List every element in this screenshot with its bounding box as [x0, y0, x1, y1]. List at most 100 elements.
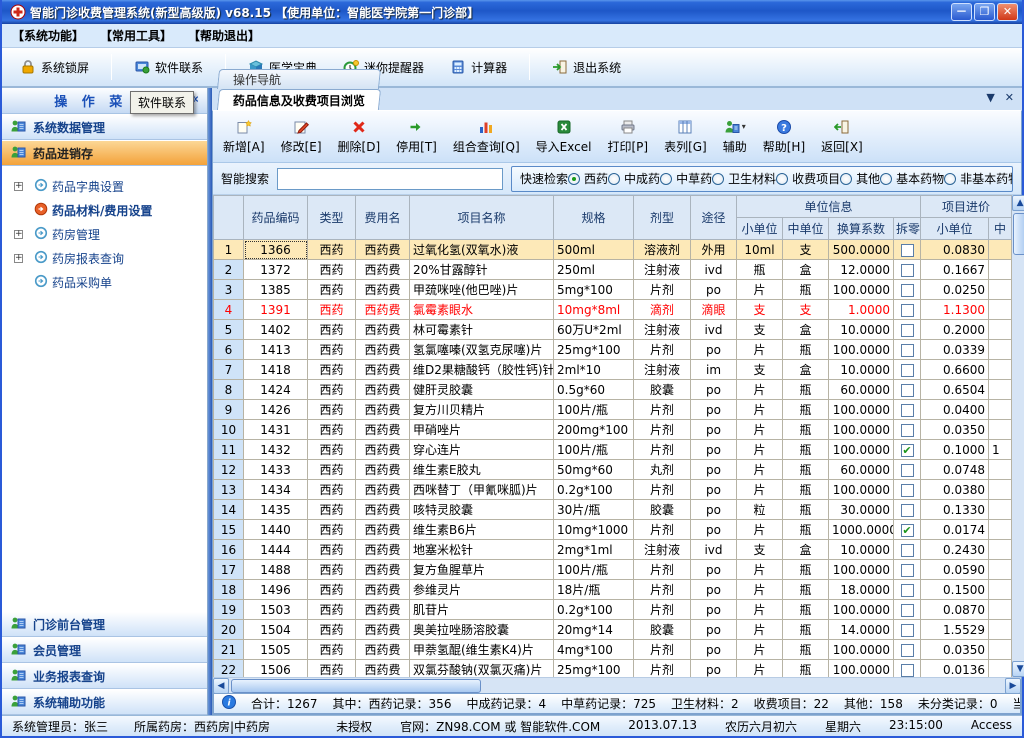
- radio-option-7[interactable]: 非基本药物: [944, 170, 1013, 187]
- table-row[interactable]: 161444西药西药费地塞米松针2mg*1ml注射液ivd支盒10.00000.…: [214, 540, 1012, 560]
- action-button-edit[interactable]: 修改[E]: [281, 119, 322, 155]
- tab-0[interactable]: 操作导航: [217, 69, 381, 89]
- horizontal-scrollbar[interactable]: ◀ ▶: [213, 677, 1021, 693]
- sidebar-bottom-group-3[interactable]: 系统辅助功能: [2, 689, 207, 715]
- minimize-button[interactable]: －: [951, 3, 972, 21]
- sidebar-bottom-group-1[interactable]: 会员管理: [2, 637, 207, 663]
- toolbar-button-calculator[interactable]: 计算器: [442, 55, 515, 80]
- tree-item-1[interactable]: 药品材料/费用设置: [2, 198, 207, 222]
- sidebar-group-1[interactable]: 药品进销存: [2, 140, 207, 166]
- expand-plus-icon[interactable]: +: [14, 230, 23, 239]
- radio-icon[interactable]: [840, 173, 852, 185]
- col-header-6[interactable]: 途径: [691, 196, 737, 240]
- split-checkbox[interactable]: [901, 644, 914, 657]
- tree-item-0[interactable]: +药品字典设置: [2, 174, 207, 198]
- toolbar-button-contact[interactable]: 软件联系: [126, 55, 211, 80]
- split-checkbox[interactable]: [901, 604, 914, 617]
- radio-option-0[interactable]: 西药: [568, 170, 608, 187]
- split-checkbox[interactable]: [901, 384, 914, 397]
- split-checkbox[interactable]: [901, 364, 914, 377]
- table-row[interactable]: 61413西药西药费氢氯噻嗪(双氢克尿噻)片25mg*100片剂po片瓶100.…: [214, 340, 1012, 360]
- dropdown-caret-icon[interactable]: ▾: [742, 122, 746, 131]
- action-button-help[interactable]: ?帮助[H]: [763, 119, 805, 155]
- sidebar-bottom-group-2[interactable]: 业务报表查询: [2, 663, 207, 689]
- action-button-delete[interactable]: 删除[D]: [338, 119, 381, 155]
- table-row[interactable]: 101431西药西药费甲硝唑片200mg*100片剂po片瓶100.00000.…: [214, 420, 1012, 440]
- split-checkbox[interactable]: [901, 664, 914, 677]
- horizontal-scroll-thumb[interactable]: [231, 679, 481, 693]
- toolbar-button-lock[interactable]: 系统锁屏: [12, 55, 97, 80]
- split-checkbox[interactable]: ✔: [901, 524, 914, 537]
- tab-1[interactable]: 药品信息及收费项目浏览: [217, 89, 381, 110]
- split-checkbox[interactable]: ✔: [901, 444, 914, 457]
- sub-col-header-4[interactable]: 小单位: [921, 218, 989, 240]
- radio-option-2[interactable]: 中草药: [660, 170, 712, 187]
- table-row[interactable]: 51402西药西药费林可霉素针60万U*2ml注射液ivd支盒10.00000.…: [214, 320, 1012, 340]
- action-button-return[interactable]: 返回[X]: [821, 119, 863, 155]
- table-row[interactable]: 121433西药西药费维生素E胶丸50mg*60丸剂po片瓶60.00000.0…: [214, 460, 1012, 480]
- vertical-scroll-thumb[interactable]: [1013, 213, 1024, 255]
- split-checkbox[interactable]: [901, 304, 914, 317]
- split-checkbox[interactable]: [901, 484, 914, 497]
- radio-icon[interactable]: [660, 173, 672, 185]
- table-row[interactable]: 211505西药西药费甲萘氢醌(维生素K4)片4mg*100片剂po片瓶100.…: [214, 640, 1012, 660]
- tree-item-3[interactable]: +药房报表查询: [2, 246, 207, 270]
- split-checkbox[interactable]: [901, 284, 914, 297]
- menu-item-1[interactable]: 【常用工具】: [98, 25, 182, 46]
- split-checkbox[interactable]: [901, 564, 914, 577]
- col-header-1[interactable]: 类型: [308, 196, 356, 240]
- radio-option-4[interactable]: 收费项目: [776, 170, 840, 187]
- action-button-new[interactable]: 新增[A]: [223, 119, 265, 155]
- table-row[interactable]: 31385西药西药费甲巯咪唑(他巴唑)片5mg*100片剂po片瓶100.000…: [214, 280, 1012, 300]
- action-button-assist[interactable]: ▾辅助: [723, 119, 747, 155]
- vertical-scrollbar[interactable]: ▲ ▼: [1012, 195, 1024, 677]
- action-button-excel[interactable]: 导入Excel: [536, 119, 592, 155]
- restore-button[interactable]: ❐: [974, 3, 995, 21]
- radio-icon[interactable]: [880, 173, 892, 185]
- split-checkbox[interactable]: [901, 464, 914, 477]
- split-checkbox[interactable]: [901, 344, 914, 357]
- radio-icon[interactable]: [944, 173, 956, 185]
- toolbar-button-exit[interactable]: 退出系统: [544, 55, 629, 80]
- scroll-up-icon[interactable]: ▲: [1012, 195, 1024, 211]
- table-row[interactable]: 11366西药西药费过氧化氢(双氧水)液500ml溶液剂外用10ml支500.0…: [214, 240, 1012, 260]
- split-checkbox[interactable]: [901, 544, 914, 557]
- col-header-2[interactable]: 费用名: [356, 196, 410, 240]
- table-row[interactable]: 91426西药西药费复方川贝精片100片/瓶片剂po片瓶100.00000.04…: [214, 400, 1012, 420]
- radio-icon[interactable]: [568, 173, 580, 185]
- table-row[interactable]: 201504西药西药费奥美拉唑肠溶胶囊20mg*14胶囊po片瓶14.00001…: [214, 620, 1012, 640]
- scroll-left-icon[interactable]: ◀: [213, 678, 229, 694]
- split-checkbox[interactable]: [901, 504, 914, 517]
- col-header-5[interactable]: 剂型: [634, 196, 691, 240]
- table-row[interactable]: 111432西药西药费穿心连片100片/瓶片剂po片瓶100.0000✔0.10…: [214, 440, 1012, 460]
- split-checkbox[interactable]: [901, 404, 914, 417]
- radio-option-3[interactable]: 卫生材料: [712, 170, 776, 187]
- col-header-4[interactable]: 规格: [554, 196, 634, 240]
- tree-item-4[interactable]: 药品采购单: [2, 270, 207, 294]
- table-row[interactable]: 71418西药西药费维D2果糖酸钙（胶性钙)针2ml*10注射液im支盒10.0…: [214, 360, 1012, 380]
- split-checkbox[interactable]: [901, 324, 914, 337]
- menu-item-0[interactable]: 【系统功能】: [10, 25, 94, 46]
- sub-col-header-1[interactable]: 中单位: [783, 218, 829, 240]
- sidebar-group-0[interactable]: 系统数据管理: [2, 114, 207, 140]
- split-checkbox[interactable]: [901, 424, 914, 437]
- radio-icon[interactable]: [776, 173, 788, 185]
- col-header-0[interactable]: 药品编码: [244, 196, 308, 240]
- action-button-disable[interactable]: 停用[T]: [396, 119, 437, 155]
- action-button-query[interactable]: 组合查询[Q]: [453, 119, 520, 155]
- search-input[interactable]: [277, 168, 503, 190]
- scroll-down-icon[interactable]: ▼: [1012, 661, 1024, 677]
- table-row[interactable]: 81424西药西药费健肝灵胶囊0.5g*60胶囊po片瓶60.00000.650…: [214, 380, 1012, 400]
- radio-icon[interactable]: [608, 173, 620, 185]
- radio-option-5[interactable]: 其他: [840, 170, 880, 187]
- table-row[interactable]: 191503西药西药费肌苷片0.2g*100片剂po片瓶100.00000.08…: [214, 600, 1012, 620]
- radio-option-1[interactable]: 中成药: [608, 170, 660, 187]
- table-row[interactable]: 41391西药西药费氯霉素眼水10mg*8ml滴剂滴眼支支1.00001.130…: [214, 300, 1012, 320]
- tree-item-2[interactable]: +药房管理: [2, 222, 207, 246]
- expand-plus-icon[interactable]: +: [14, 182, 23, 191]
- scroll-right-icon[interactable]: ▶: [1005, 678, 1021, 694]
- split-checkbox[interactable]: [901, 264, 914, 277]
- sub-col-header-3[interactable]: 拆零: [894, 218, 921, 240]
- table-row[interactable]: 171488西药西药费复方鱼腥草片100片/瓶片剂po片瓶100.00000.0…: [214, 560, 1012, 580]
- expand-plus-icon[interactable]: +: [14, 254, 23, 263]
